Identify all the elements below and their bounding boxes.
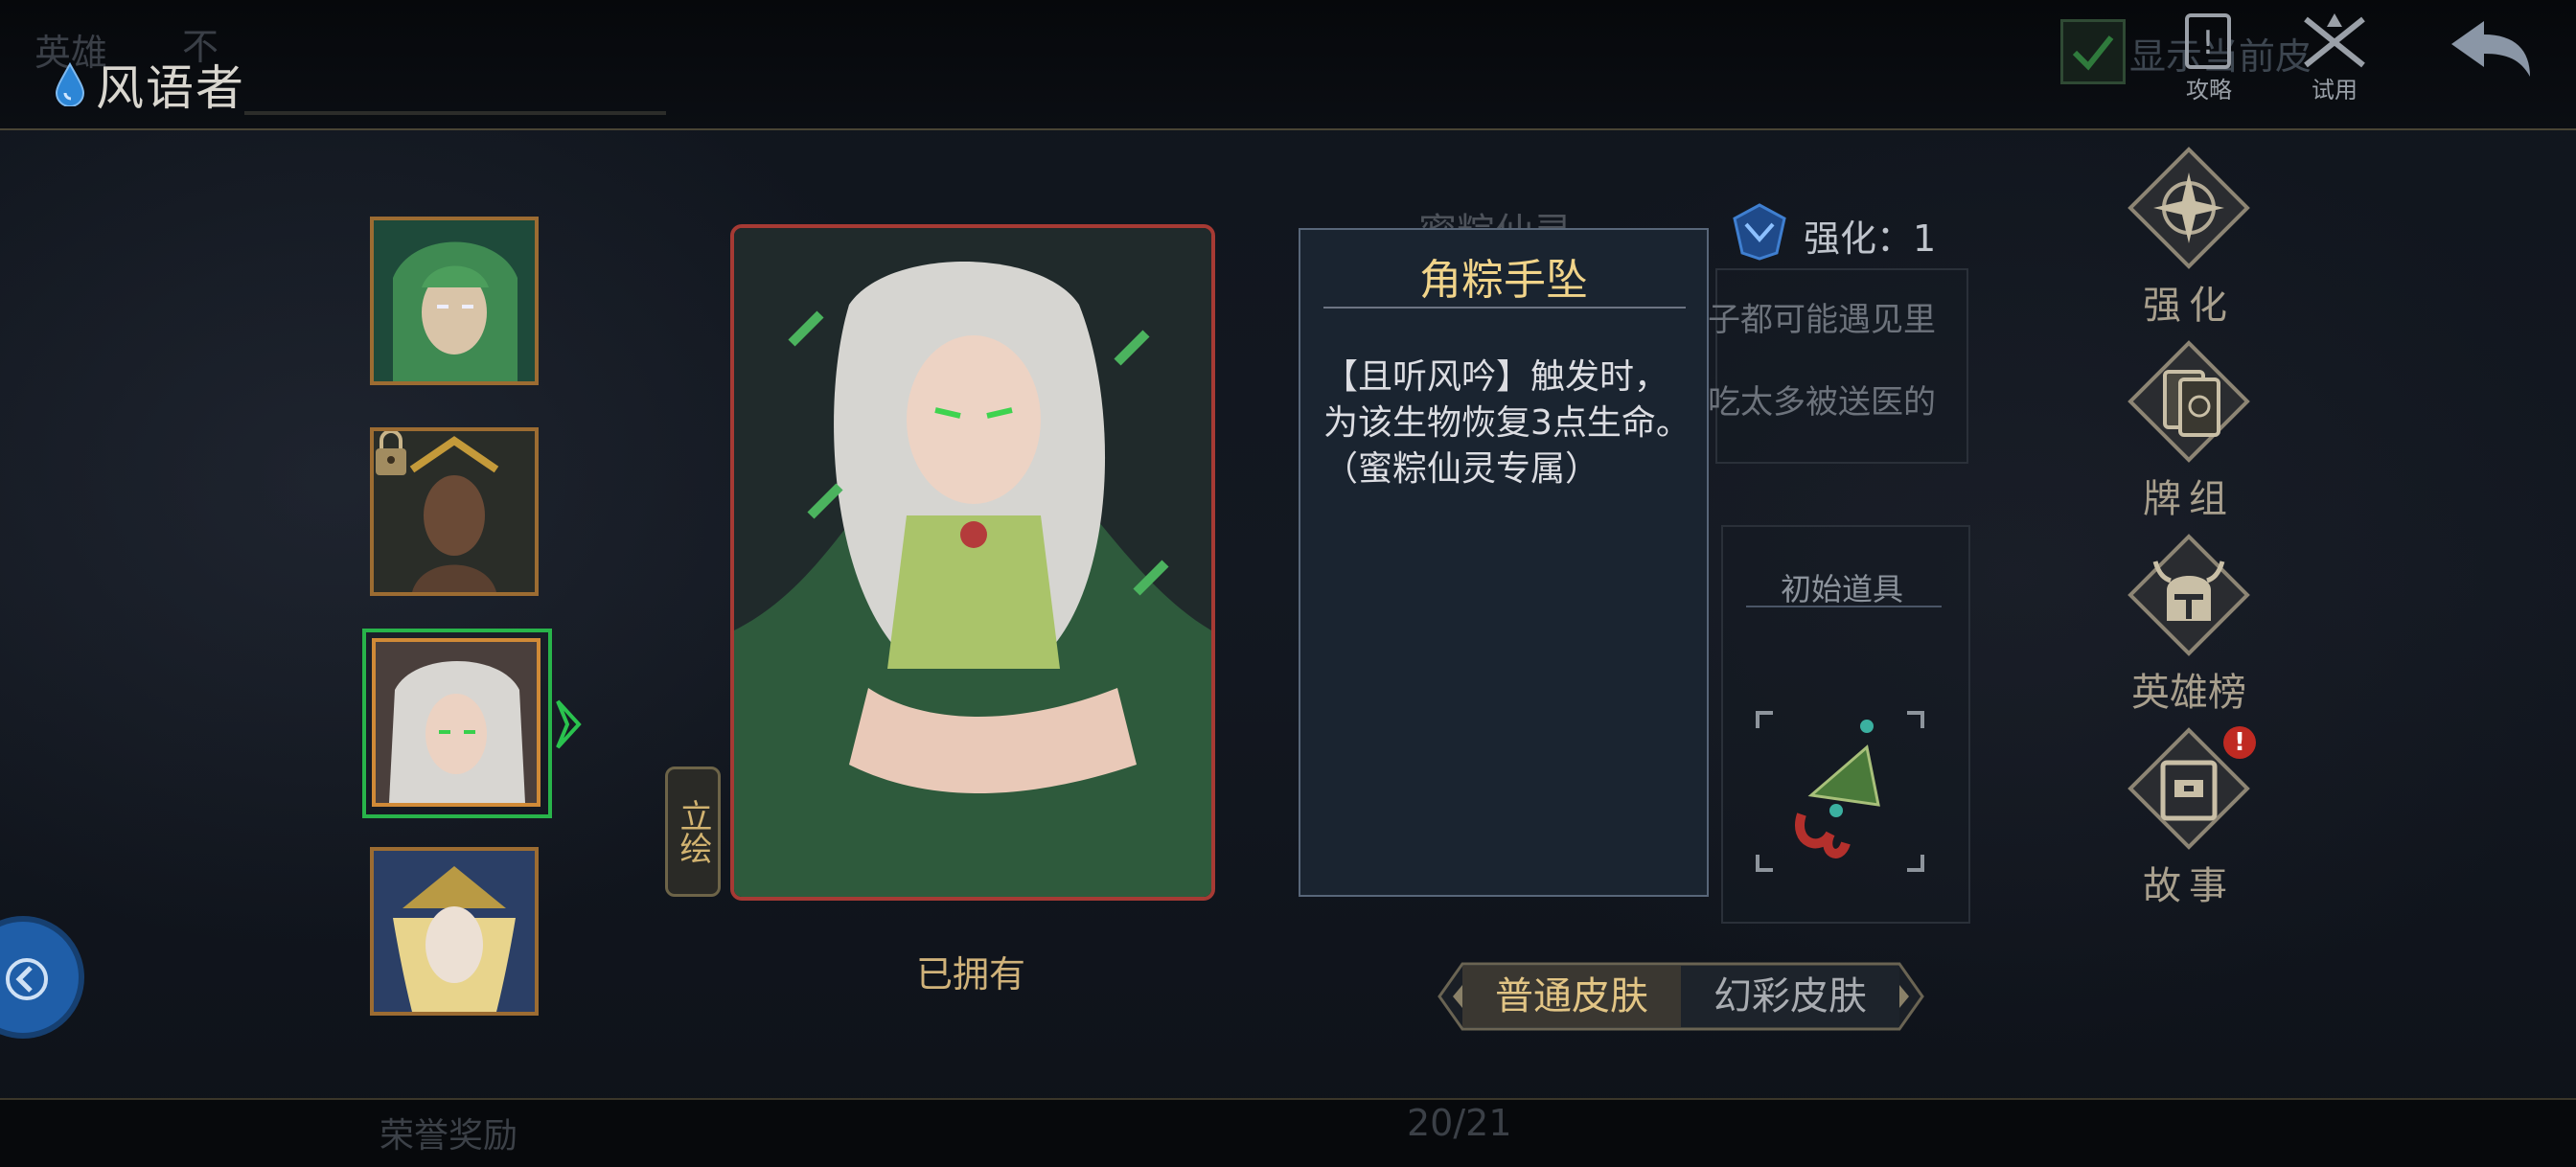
hero-rank-label: 英雄榜 bbox=[2131, 671, 2246, 715]
trial-label: 试用 bbox=[2312, 77, 2358, 103]
initial-item-title: 初始道具 bbox=[1781, 571, 1904, 607]
enhance-button[interactable]: 强化 bbox=[2112, 146, 2266, 330]
illustration-tab-label: 立绘 bbox=[674, 799, 712, 864]
trial-button[interactable]: 试用 bbox=[2296, 11, 2373, 104]
hero-portrait-4[interactable] bbox=[370, 847, 539, 1016]
lock-icon bbox=[376, 431, 406, 475]
guide-label: 攻略 bbox=[2186, 77, 2232, 103]
hero-portrait-3[interactable] bbox=[372, 638, 540, 807]
initial-item-divider bbox=[1746, 606, 1942, 607]
cards-icon bbox=[2128, 340, 2250, 463]
enhance-label: 强化 bbox=[2143, 284, 2235, 328]
owned-label: 已拥有 bbox=[916, 953, 1026, 995]
crossed-swords-icon bbox=[2304, 13, 2365, 68]
hero-card-art bbox=[730, 224, 1215, 901]
story-label: 故事 bbox=[2143, 864, 2235, 908]
deck-label: 牌组 bbox=[2143, 477, 2235, 521]
hero-rank-button[interactable]: 英雄榜 bbox=[2112, 533, 2266, 717]
fantasy-skin-tab[interactable]: 幻彩皮肤 bbox=[1681, 966, 1899, 1027]
story-notification-badge: ! bbox=[2223, 726, 2256, 759]
hero-face-image bbox=[374, 851, 535, 1012]
guide-button[interactable]: ! 攻略 bbox=[2175, 11, 2242, 104]
normal-skin-tab[interactable]: 普通皮肤 bbox=[1462, 966, 1681, 1027]
skin-switch: 普通皮肤 幻彩皮肤 bbox=[1434, 960, 1928, 1033]
check-icon bbox=[2072, 35, 2114, 71]
helmet-icon bbox=[2128, 534, 2250, 656]
page-title-wrap: 风语者 bbox=[54, 50, 245, 119]
chevron-left-icon bbox=[6, 958, 48, 1000]
hero-face-image bbox=[374, 220, 535, 381]
deck-button[interactable]: 牌组 bbox=[2112, 339, 2266, 523]
hero-portrait-1[interactable] bbox=[370, 217, 539, 385]
water-drop-icon bbox=[55, 62, 85, 106]
back-arrow-icon[interactable] bbox=[2446, 15, 2534, 82]
enhance-level: 强化：1 bbox=[1804, 217, 1937, 260]
tooltip-body: 【且听风吟】触发时，为该生物恢复3点生命。（蜜粽仙灵专属） bbox=[1323, 357, 1690, 489]
description-line-1: 子都可能遇见里 bbox=[1708, 301, 1936, 339]
hero-illustration-image bbox=[734, 228, 1211, 897]
hero-face-image bbox=[376, 642, 537, 803]
top-bar: 英雄 不 风语者 显示当前皮 ! 攻略 试用 bbox=[0, 0, 2576, 130]
title-underline bbox=[244, 111, 666, 115]
svg-text:!: ! bbox=[2201, 24, 2215, 62]
page-indicator: 20/21 bbox=[1407, 1102, 1512, 1144]
illustration-tab[interactable]: 立绘 bbox=[665, 767, 721, 897]
page-title: 风语者 bbox=[96, 60, 245, 116]
guide-book-icon: ! bbox=[2185, 13, 2231, 69]
compass-star-icon bbox=[2128, 147, 2250, 269]
enhance-crest-icon bbox=[1733, 203, 1786, 261]
tooltip-divider bbox=[1323, 307, 1686, 309]
reward-label[interactable]: 荣誉奖励 bbox=[380, 1108, 518, 1157]
show-skin-checkbox[interactable] bbox=[2060, 19, 2126, 84]
tooltip-title: 角粽手坠 bbox=[1419, 256, 1588, 305]
item-tooltip: 角粽手坠 【且听风吟】触发时，为该生物恢复3点生命。（蜜粽仙灵专属） bbox=[1299, 228, 1709, 897]
selected-arrow-icon bbox=[556, 699, 582, 749]
zongzi-charm-icon[interactable] bbox=[1754, 709, 1926, 874]
description-line-2: 吃太多被送医的 bbox=[1708, 383, 1936, 422]
hero-portrait-2[interactable] bbox=[370, 427, 539, 596]
